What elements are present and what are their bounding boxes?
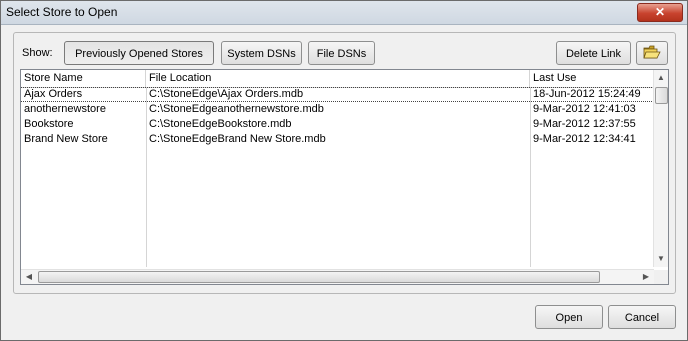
title-bar: Select Store to Open ✕ — [1, 1, 687, 25]
last-use-cell: 18-Jun-2012 15:24:49 — [533, 88, 641, 100]
horizontal-scrollbar[interactable]: ◀ ▶ — [21, 269, 654, 284]
store-name-cell: Brand New Store — [24, 133, 108, 145]
file-location-cell: C:\StoneEdge\Ajax Orders.mdb — [149, 88, 304, 100]
vertical-scroll-thumb[interactable] — [655, 87, 668, 104]
scroll-left-arrow-icon[interactable]: ◀ — [22, 270, 36, 284]
delete-link-button[interactable]: Delete Link — [556, 41, 631, 65]
delete-link-label: Delete Link — [565, 48, 622, 60]
file-dsns-button[interactable]: File DSNs — [308, 41, 375, 65]
window-title: Select Store to Open — [6, 5, 118, 19]
open-button[interactable]: Open — [535, 305, 603, 329]
table-row[interactable]: Brand New Store C:\StoneEdgeBrand New St… — [21, 132, 654, 147]
system-dsns-button[interactable]: System DSNs — [221, 41, 302, 65]
select-store-dialog: Select Store to Open ✕ Show: Previously … — [0, 0, 688, 341]
cancel-button[interactable]: Cancel — [608, 305, 676, 329]
table-row[interactable]: anothernewstore C:\StoneEdgeanothernewst… — [21, 102, 654, 117]
store-name-cell: Ajax Orders — [24, 88, 83, 100]
stores-list[interactable]: Store Name File Location Last Use Ajax O… — [20, 69, 669, 285]
horizontal-scroll-thumb[interactable] — [38, 271, 600, 283]
last-use-cell: 9-Mar-2012 12:41:03 — [533, 103, 636, 115]
table-row[interactable]: Bookstore C:\StoneEdgeBookstore.mdb 9-Ma… — [21, 117, 654, 132]
list-header: Store Name File Location Last Use — [21, 70, 654, 88]
file-location-cell: C:\StoneEdgeBookstore.mdb — [149, 118, 292, 130]
scroll-up-arrow-icon[interactable]: ▲ — [654, 71, 668, 85]
open-button-label: Open — [555, 312, 583, 324]
scroll-right-arrow-icon[interactable]: ▶ — [639, 270, 653, 284]
table-row[interactable]: Ajax Orders C:\StoneEdge\Ajax Orders.mdb… — [21, 87, 654, 102]
open-folder-button[interactable] — [636, 41, 668, 65]
close-button[interactable]: ✕ — [637, 3, 683, 22]
scrollbar-corner — [654, 270, 668, 284]
system-dsns-label: System DSNs — [227, 48, 296, 60]
close-icon: ✕ — [654, 5, 666, 19]
store-name-cell: anothernewstore — [24, 103, 106, 115]
column-header-file-location[interactable]: File Location — [146, 70, 530, 87]
previously-opened-stores-label: Previously Opened Stores — [75, 48, 203, 60]
last-use-cell: 9-Mar-2012 12:37:55 — [533, 118, 636, 130]
scroll-down-arrow-icon[interactable]: ▼ — [654, 252, 668, 266]
cancel-button-label: Cancel — [624, 312, 660, 324]
store-name-cell: Bookstore — [24, 118, 74, 130]
last-use-cell: 9-Mar-2012 12:34:41 — [533, 133, 636, 145]
file-location-cell: C:\StoneEdgeanothernewstore.mdb — [149, 103, 324, 115]
vertical-scrollbar[interactable]: ▲ ▼ — [653, 70, 668, 267]
previously-opened-stores-button[interactable]: Previously Opened Stores — [64, 41, 214, 65]
file-dsns-label: File DSNs — [316, 48, 367, 60]
show-label: Show: — [22, 47, 53, 59]
file-location-cell: C:\StoneEdgeBrand New Store.mdb — [149, 133, 326, 145]
column-header-last-use[interactable]: Last Use — [530, 70, 654, 87]
open-folder-icon — [643, 45, 661, 59]
column-header-store-name[interactable]: Store Name — [21, 70, 146, 87]
